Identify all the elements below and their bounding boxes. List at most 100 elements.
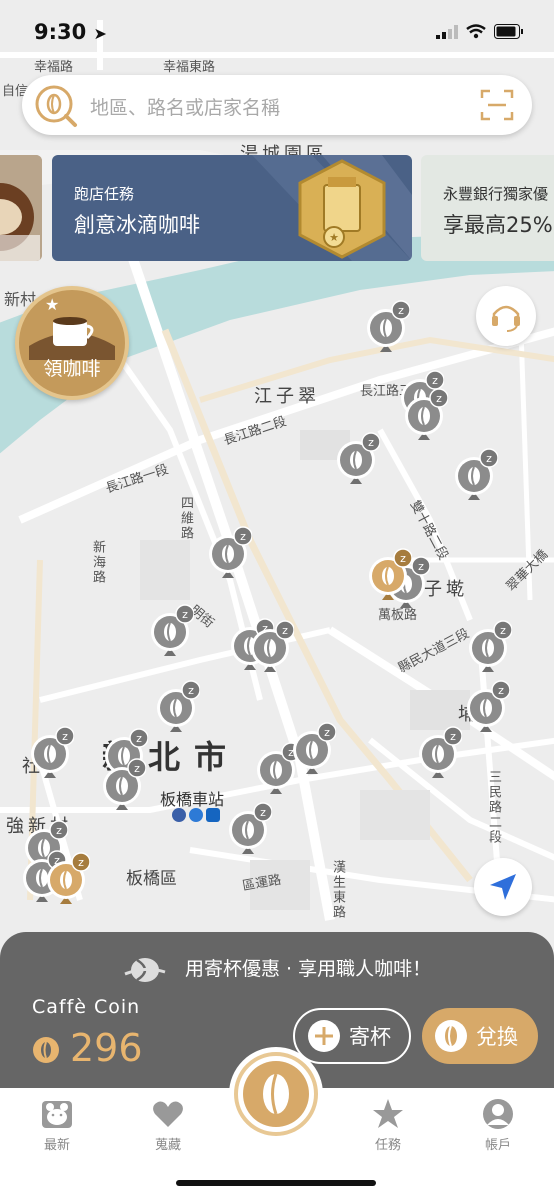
map-label-area: 子墘	[424, 579, 468, 600]
map-label-district: 板橋區	[126, 869, 177, 889]
svg-text:z: z	[498, 684, 504, 697]
svg-text:z: z	[260, 806, 266, 819]
search-input[interactable]: 地區、路名或店家名稱	[90, 93, 280, 120]
locate-me-button[interactable]	[474, 858, 532, 916]
latte-art-icon	[0, 155, 42, 261]
map-label-road: 新海路	[90, 540, 105, 585]
wifi-icon	[466, 24, 486, 39]
map-pin-icon: z	[229, 802, 272, 854]
tab-label: 帳戶	[484, 1138, 511, 1153]
scan-icon[interactable]	[480, 88, 514, 122]
map-pin-icon: z	[157, 680, 200, 732]
map-label-station: 板橋車站	[160, 790, 225, 809]
svg-text:z: z	[436, 392, 442, 405]
coin-icon	[33, 1037, 59, 1063]
coffee-shop-pin-sleeping[interactable]: z	[468, 620, 512, 676]
home-indicator	[176, 1180, 376, 1186]
svg-text:z: z	[500, 624, 506, 637]
tab-favorites[interactable]: 蒐藏	[128, 1096, 208, 1153]
map-pin-icon: z	[293, 722, 336, 774]
map-pin-icon: z	[337, 432, 380, 484]
map-pin-icon: z	[103, 758, 146, 810]
metro-icon	[206, 808, 220, 822]
banner-subtitle: 跑店任務	[74, 185, 135, 203]
map-label-area: 江子翠	[254, 386, 320, 407]
svg-text:z: z	[182, 608, 188, 621]
svg-text:z: z	[78, 856, 84, 869]
map-pin-icon: z	[369, 548, 412, 600]
map-pin-icon: z	[151, 604, 194, 656]
promo-banner[interactable]: 用寄杯優惠 · 享用職人咖啡！	[0, 954, 554, 984]
banner-title: 享最高25%	[443, 213, 553, 237]
coffee-shop-pin-sleeping[interactable]: z	[366, 300, 410, 356]
banner-mission[interactable]: 跑店任務 創意冰滴咖啡 ★	[52, 155, 412, 261]
map-pin-icon: z	[251, 620, 294, 672]
tab-label: 最新	[43, 1138, 70, 1153]
svg-text:z: z	[56, 824, 62, 837]
banner-bank[interactable]: 永豐銀行獨家優 享最高25%	[421, 155, 554, 261]
map-pin-icon: z	[469, 620, 512, 672]
map-pin-icon: z	[209, 526, 252, 578]
coffee-cup-icon: ★	[29, 295, 115, 360]
svg-text:z: z	[432, 374, 438, 387]
tab-missions[interactable]: 任務	[348, 1096, 428, 1153]
map-pin-icon: z	[455, 448, 498, 500]
search-bar[interactable]: 地區、路名或店家名稱	[22, 75, 532, 135]
coffee-shop-pin-sleeping[interactable]: z	[30, 726, 74, 782]
svg-text:z: z	[486, 452, 492, 465]
tab-account[interactable]: 帳戶	[458, 1096, 538, 1153]
coffee-bean-main-icon	[234, 1052, 318, 1136]
plus-icon	[308, 1020, 340, 1052]
coffee-shop-pin-sleeping[interactable]: z	[404, 388, 448, 444]
redeem-label: 兌換	[476, 1025, 518, 1049]
promo-text: 用寄杯優惠 · 享用職人咖啡！	[184, 958, 432, 980]
coffee-shop-pin-active[interactable]: z	[368, 548, 412, 604]
coffee-shop-pin-sleeping[interactable]: z	[208, 526, 252, 582]
coffee-shop-pin-sleeping[interactable]: z	[156, 680, 200, 736]
star-icon	[373, 1099, 403, 1128]
status-time-text: 9:30	[34, 20, 87, 44]
hsr-icon	[172, 808, 186, 822]
user-avatar-icon	[483, 1099, 513, 1129]
coffee-shop-pin-sleeping[interactable]: z	[336, 432, 380, 488]
coffee-bean-icon	[435, 1020, 467, 1052]
svg-text:★: ★	[329, 231, 339, 244]
svg-text:z: z	[418, 560, 424, 573]
coffee-shop-pin-sleeping[interactable]: z	[150, 604, 194, 660]
svg-text:★: ★	[45, 295, 59, 314]
headset-icon	[492, 305, 520, 332]
station-icons	[172, 808, 220, 822]
map-pin-icon: z	[467, 680, 510, 732]
status-time: 9:30 ➤	[34, 20, 107, 44]
svg-text:z: z	[368, 436, 374, 449]
coffee-shop-pin-sleeping[interactable]: z	[102, 758, 146, 814]
svg-text:z: z	[62, 730, 68, 743]
heart-icon	[153, 1101, 183, 1127]
coffee-shop-pin-active[interactable]: z	[46, 852, 90, 908]
banner-title: 創意冰滴咖啡	[74, 213, 200, 237]
coffee-shop-pin-sleeping[interactable]: z	[228, 802, 272, 858]
tab-label: 蒐藏	[154, 1138, 181, 1153]
redeem-button[interactable]: 兌換	[422, 1008, 538, 1064]
map-pin-icon: z	[419, 726, 462, 778]
map-pin-icon: z	[47, 852, 90, 904]
battery-icon	[494, 24, 523, 39]
coffee-shop-pin-sleeping[interactable]: z	[250, 620, 294, 676]
rail-icon	[189, 808, 203, 822]
svg-text:z: z	[240, 530, 246, 543]
coffee-shop-pin-sleeping[interactable]: z	[454, 448, 498, 504]
svg-text:z: z	[134, 762, 140, 775]
coffee-shop-pin-sleeping[interactable]: z	[292, 722, 336, 778]
bear-news-icon	[42, 1101, 72, 1128]
svg-text:z: z	[282, 624, 288, 637]
get-coffee-button[interactable]: ★ 領咖啡	[15, 286, 129, 400]
tab-label: 任務	[374, 1138, 401, 1153]
coffee-shop-pin-sleeping[interactable]: z	[466, 680, 510, 736]
banner-latte[interactable]	[0, 155, 42, 261]
location-arrow-icon: ➤	[93, 24, 107, 43]
svg-text:z: z	[400, 552, 406, 565]
coffee-shop-pin-sleeping[interactable]: z	[418, 726, 462, 782]
tab-latest[interactable]: 最新	[17, 1096, 97, 1153]
center-coffee-button[interactable]	[229, 1047, 323, 1141]
support-button[interactable]	[476, 286, 536, 346]
